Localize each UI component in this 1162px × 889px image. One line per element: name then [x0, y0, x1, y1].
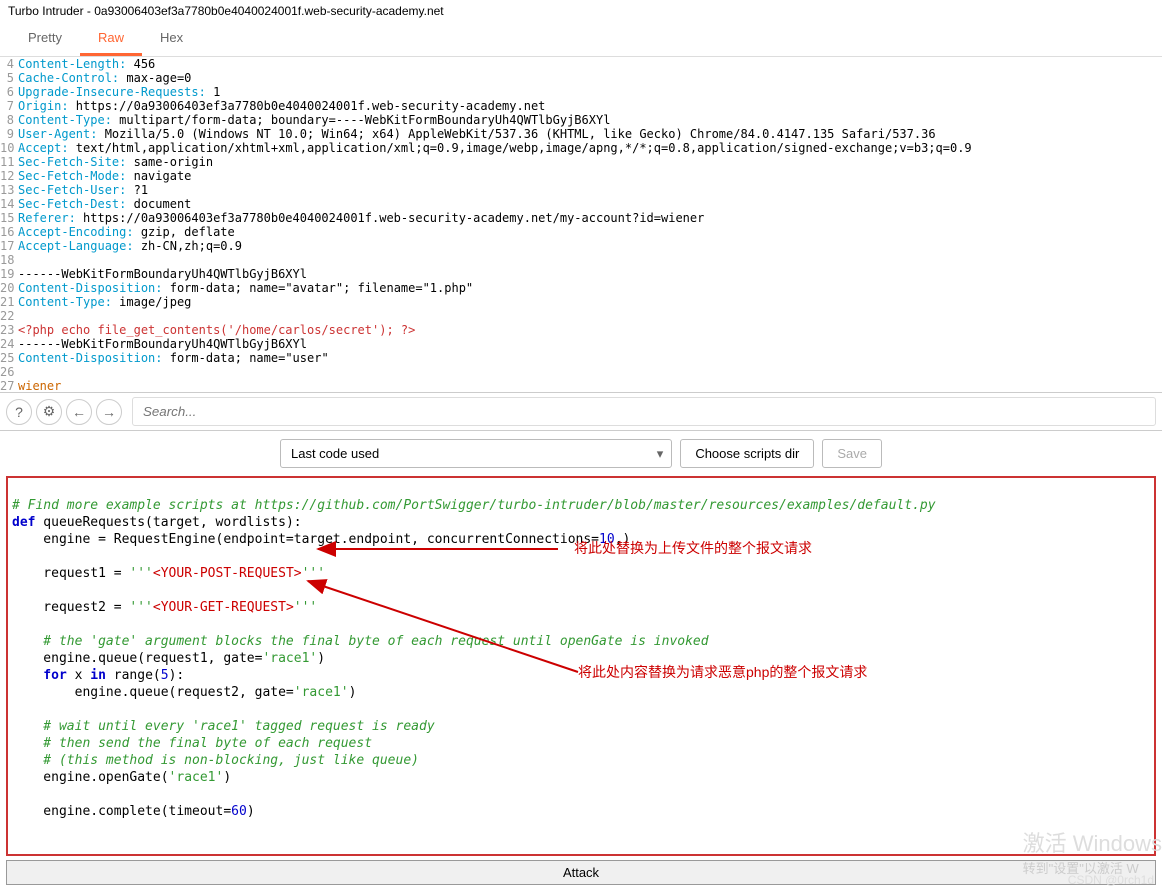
save-button[interactable]: Save	[822, 439, 882, 468]
tab-raw[interactable]: Raw	[80, 22, 142, 56]
annotation-text-1: 将此处替换为上传文件的整个报文请求	[574, 540, 812, 557]
window-title: Turbo Intruder - 0a93006403ef3a7780b0e40…	[0, 0, 1162, 22]
search-input[interactable]	[132, 397, 1156, 426]
script-dropdown[interactable]: Last code used	[280, 439, 672, 468]
gear-icon[interactable]: ⚙	[36, 399, 62, 425]
tab-hex[interactable]: Hex	[142, 22, 201, 56]
forward-icon[interactable]: →	[96, 399, 122, 425]
attack-button[interactable]: Attack	[6, 860, 1156, 885]
config-bar: Last code used Choose scripts dir Save	[0, 431, 1162, 476]
csdn-watermark: CSDN @0rch1d	[1068, 873, 1154, 887]
request-pane[interactable]: 4Content-Length: 4565Cache-Control: max-…	[0, 57, 1162, 392]
choose-scripts-button[interactable]: Choose scripts dir	[680, 439, 814, 468]
help-icon[interactable]: ?	[6, 399, 32, 425]
annotation-text-2: 将此处内容替换为请求恶意php的整个报文请求	[578, 664, 867, 681]
toolbar: ? ⚙ ← →	[0, 392, 1162, 431]
script-editor[interactable]: # Find more example scripts at https://g…	[6, 476, 1156, 856]
back-icon[interactable]: ←	[66, 399, 92, 425]
tab-bar: Pretty Raw Hex	[0, 22, 1162, 57]
arrow-annotation-2	[298, 572, 588, 682]
tab-pretty[interactable]: Pretty	[10, 22, 80, 56]
